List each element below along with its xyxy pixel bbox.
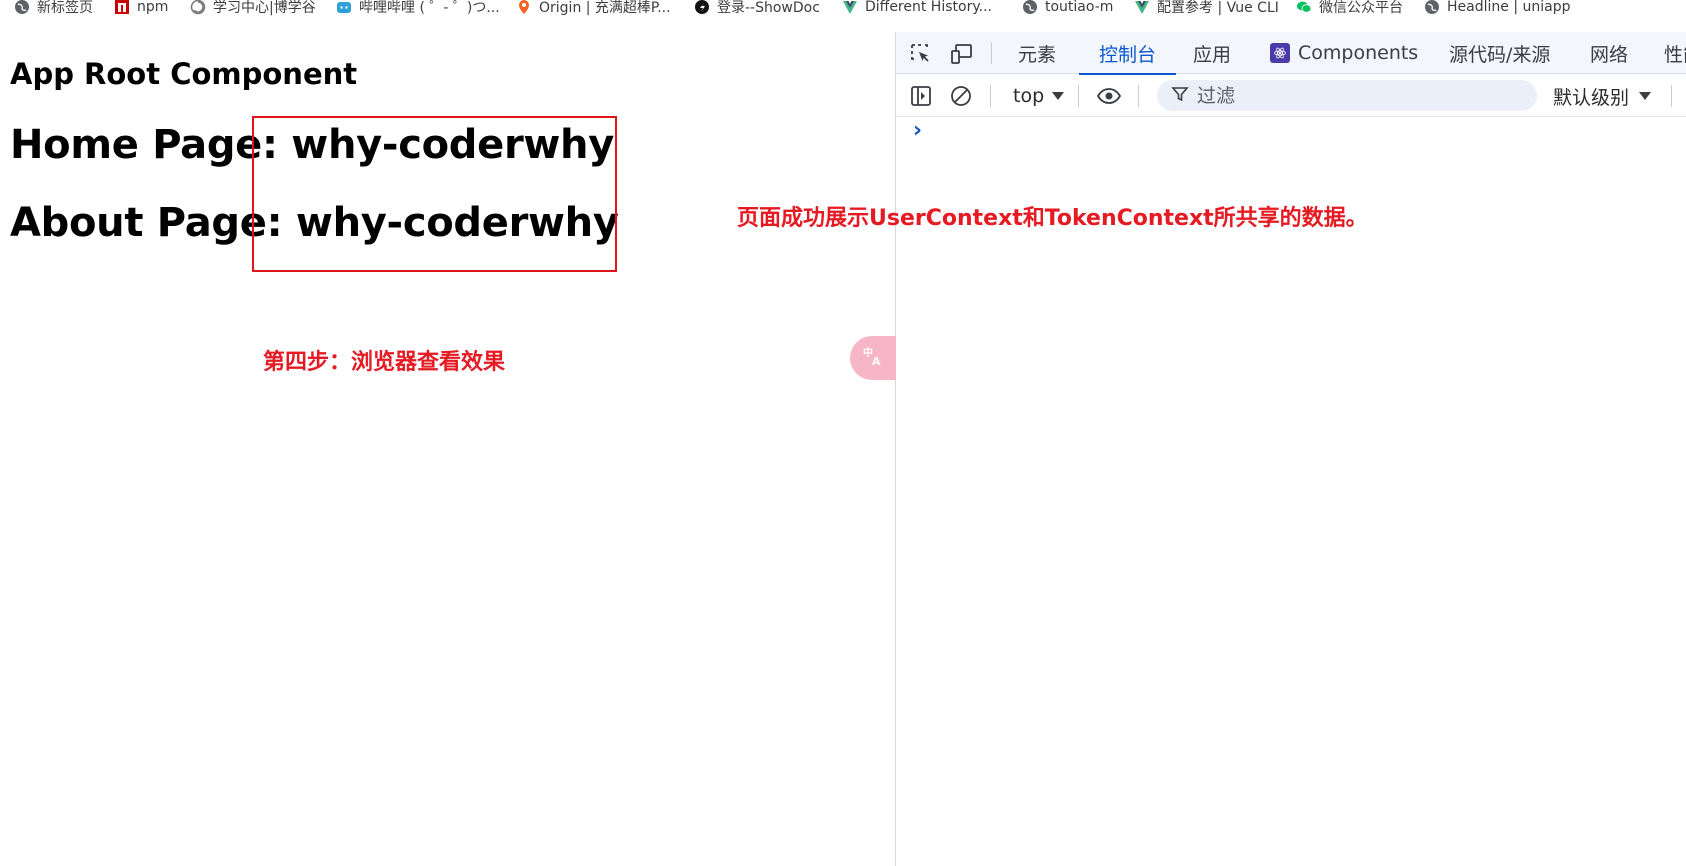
tab-console[interactable]: 控制台 (1078, 32, 1177, 75)
devtools-panel: 元素 控制台 应用 Components 源代码/来源 网络 性能 top (895, 32, 1686, 866)
context-value: top (1013, 85, 1045, 107)
translate-button[interactable]: 中A (850, 336, 896, 380)
bookmark-label: 哔哩哔哩 ( ゜- ゜)つ... (359, 0, 500, 16)
bookmark-label: npm (137, 0, 169, 15)
tab-sources[interactable]: 源代码/来源 (1445, 32, 1554, 74)
highlight-box (252, 116, 617, 272)
bookmark-label: 配置参考 | Vue CLI (1157, 0, 1279, 16)
bookmark-bilibili[interactable]: 哔哩哔哩 ( ゜- ゜)つ... (336, 0, 500, 17)
chevron-down-icon (1639, 92, 1652, 100)
vue-icon (842, 0, 858, 15)
tab-elements[interactable]: 元素 (1014, 32, 1060, 74)
bookmarks-bar: 新标签页 npm 学习中心|博学谷 哔哩哔哩 ( ゜- ゜)つ... Origi… (0, 0, 1686, 22)
filter-input[interactable] (1197, 84, 1517, 107)
wechat-icon (1296, 0, 1312, 15)
step-annotation: 第四步：浏览器查看效果 (263, 350, 506, 375)
toolbar-separator (1078, 85, 1079, 107)
location-pin-icon (516, 0, 532, 15)
console-prompt[interactable]: › (913, 118, 922, 143)
log-level-select[interactable]: 默认级别 (1553, 83, 1652, 109)
tab-label: 元素 (1018, 43, 1057, 66)
devtools-tab-bar: 元素 控制台 应用 Components 源代码/来源 网络 性能 (896, 32, 1686, 75)
bookmark-vue-cli[interactable]: 配置参考 | Vue CLI (1134, 0, 1279, 17)
result-annotation: 页面成功展示UserContext和TokenContext所共享的数据。 (737, 206, 1368, 231)
inspect-element-icon[interactable] (908, 41, 934, 67)
bookmark-label: Headline | uniapp (1447, 0, 1571, 15)
bookmark-label: 微信公众平台 (1319, 0, 1403, 16)
chevron-down-icon (1052, 92, 1065, 100)
tab-label: Components (1298, 42, 1419, 64)
toolbar-separator (1138, 85, 1139, 107)
svg-text:A: A (872, 355, 881, 368)
bookmark-showdoc[interactable]: 登录--ShowDoc (694, 0, 820, 17)
bookmark-label: 登录--ShowDoc (717, 0, 820, 16)
bookmark-label: 学习中心|博学谷 (213, 0, 316, 16)
tab-performance[interactable]: 性能 (1664, 32, 1686, 74)
tab-network[interactable]: 网络 (1586, 32, 1632, 74)
showdoc-icon (694, 0, 710, 15)
tab-label: 网络 (1590, 43, 1629, 66)
globe-icon (14, 0, 30, 15)
bookmark-uniapp[interactable]: Headline | uniapp (1424, 0, 1570, 17)
bilibili-icon (336, 0, 352, 15)
bookmark-toutiao[interactable]: toutiao-m (1022, 0, 1113, 17)
tab-separator (991, 42, 992, 64)
bookmark-wechat[interactable]: 微信公众平台 (1296, 0, 1403, 17)
context-select[interactable]: top (1013, 83, 1065, 109)
bookmark-boxuegu[interactable]: 学习中心|博学谷 (190, 0, 316, 17)
react-icon (1270, 43, 1290, 63)
live-expression-eye-icon[interactable] (1096, 83, 1122, 109)
tab-application[interactable]: 应用 (1189, 32, 1235, 74)
tab-label: 应用 (1193, 43, 1232, 66)
tab-label: 控制台 (1099, 43, 1157, 66)
tab-label: 性能 (1664, 43, 1686, 66)
spiral-icon (190, 0, 206, 15)
filter-field[interactable] (1157, 80, 1537, 111)
device-toolbar-icon[interactable] (949, 41, 975, 67)
bookmark-different-history[interactable]: Different History... (842, 0, 992, 17)
bookmark-label: toutiao-m (1045, 0, 1114, 15)
log-level-value: 默认级别 (1553, 86, 1630, 109)
tab-label: 源代码/来源 (1449, 43, 1551, 66)
tab-components[interactable]: Components (1266, 32, 1422, 74)
console-toolbar: top 默认级别 (896, 75, 1686, 117)
bookmark-label: 新标签页 (37, 0, 93, 16)
bookmark-new-tab[interactable]: 新标签页 (14, 0, 93, 17)
toolbar-separator (1671, 85, 1672, 107)
translate-icon: 中A (861, 344, 885, 372)
bookmark-origin[interactable]: Origin | 充满超棒P... (516, 0, 671, 17)
filter-funnel-icon (1171, 85, 1189, 107)
root-component-heading: App Root Component (10, 57, 358, 91)
bookmark-label: Origin | 充满超棒P... (539, 0, 671, 16)
globe-icon (1424, 0, 1440, 15)
screenshot-root: 新标签页 npm 学习中心|博学谷 哔哩哔哩 ( ゜- ゜)つ... Origi… (0, 0, 1686, 866)
toolbar-separator (990, 85, 991, 107)
bookmark-label: Different History... (865, 0, 992, 15)
bookmark-npm[interactable]: npm (114, 0, 168, 17)
vue-icon (1134, 0, 1150, 15)
clear-console-icon[interactable] (948, 83, 974, 109)
npm-icon (114, 0, 130, 15)
sidebar-toggle-icon[interactable] (908, 83, 934, 109)
globe-icon (1022, 0, 1038, 15)
